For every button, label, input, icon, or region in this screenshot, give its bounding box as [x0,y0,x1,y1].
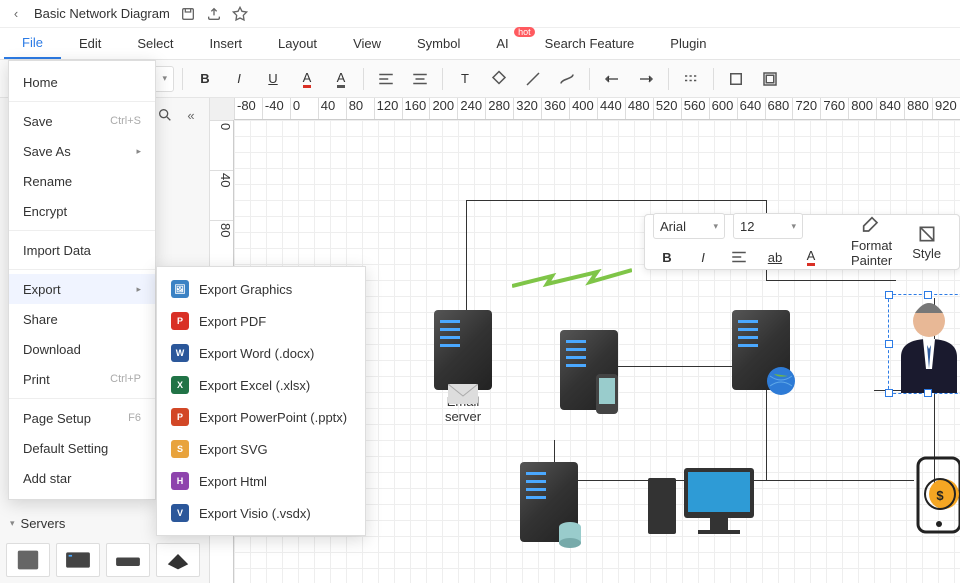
document-title: Basic Network Diagram [34,6,170,21]
menu-page-setup[interactable]: Page SetupF6 [9,403,155,433]
svg-text:$: $ [936,488,944,503]
fill-color-button[interactable] [485,65,513,93]
menu-edit[interactable]: Edit [61,29,119,58]
export-option[interactable]: PExport PDF [157,305,365,337]
node-person[interactable] [889,295,960,395]
menu-symbol[interactable]: Symbol [399,29,478,58]
page-fit-button[interactable] [722,65,750,93]
node-desktop[interactable] [648,462,758,542]
node-server-globe[interactable] [732,310,790,390]
menu-layout[interactable]: Layout [260,29,335,58]
arrow-end-button[interactable] [632,65,660,93]
align-left-button[interactable] [372,65,400,93]
connector-button[interactable] [553,65,581,93]
float-italic[interactable]: I [689,243,717,271]
node-email-server[interactable]: Email server [434,310,492,424]
menu-encrypt[interactable]: Encrypt [9,196,155,226]
export-option[interactable]: WExport Word (.docx) [157,337,365,369]
export-option[interactable]: 🖼Export Graphics [157,273,365,305]
float-font-select[interactable]: Arial▾ [653,213,725,239]
style-button[interactable]: Style [906,224,947,261]
shape-thumb[interactable] [6,543,50,577]
export-option[interactable]: VExport Visio (.vsdx) [157,497,365,529]
line-color-button[interactable] [519,65,547,93]
float-size-select[interactable]: 12▾ [733,213,803,239]
italic-button[interactable]: I [225,65,253,93]
back-icon[interactable]: ‹ [8,6,24,22]
node-phone-payment[interactable]: $ [914,456,960,536]
menu-print[interactable]: PrintCtrl+P [9,364,155,394]
line-style-button[interactable] [677,65,705,93]
page-width-button[interactable] [756,65,784,93]
menu-search-feature[interactable]: Search Feature [527,29,653,58]
menu-file[interactable]: File [4,28,61,59]
export-submenu: 🖼Export GraphicsPExport PDFWExport Word … [156,266,366,536]
file-menu-dropdown: Home SaveCtrl+S Save As▸ Rename Encrypt … [8,60,156,500]
menu-select[interactable]: Select [119,29,191,58]
lightning-connector[interactable] [512,268,632,298]
menu-view[interactable]: View [335,29,399,58]
export-option[interactable]: HExport Html [157,465,365,497]
shape-thumb[interactable] [156,543,200,577]
menu-add-star[interactable]: Add star [9,463,155,493]
align-vertical-button[interactable] [406,65,434,93]
menu-save-as[interactable]: Save As▸ [9,136,155,166]
save-icon[interactable] [180,6,196,22]
menu-rename[interactable]: Rename [9,166,155,196]
export-option[interactable]: XExport Excel (.xlsx) [157,369,365,401]
menu-share[interactable]: Share [9,304,155,334]
star-icon[interactable] [232,6,248,22]
format-painter-button[interactable]: Format Painter [845,216,898,268]
selection-toolbar: Arial▾ 12▾ B I ab A Format Painter Style… [644,214,960,270]
highlight-button[interactable]: A [327,65,355,93]
selection-box[interactable] [888,294,960,394]
ruler-horizontal: -80-400408012016020024028032036040044048… [234,98,960,120]
shape-thumb[interactable] [106,543,150,577]
float-font-color[interactable]: A [797,243,825,271]
bold-button[interactable]: B [191,65,219,93]
text-tool-button[interactable]: T [451,65,479,93]
search-icon[interactable] [157,107,173,123]
menu-default-setting[interactable]: Default Setting [9,433,155,463]
font-color-button[interactable]: A [293,65,321,93]
menu-save[interactable]: SaveCtrl+S [9,106,155,136]
float-align[interactable] [725,243,753,271]
menu-ai[interactable]: AIhot [478,29,526,58]
shape-thumbnails [0,537,209,583]
node-server-phone[interactable] [560,330,618,410]
underline-button[interactable]: U [259,65,287,93]
menu-insert[interactable]: Insert [192,29,261,58]
shape-thumb[interactable] [56,543,100,577]
fill-button[interactable]: Fill [955,224,960,261]
menu-import[interactable]: Import Data [9,235,155,265]
float-bold[interactable]: B [653,243,681,271]
float-text-style[interactable]: ab [761,243,789,271]
menubar: File Edit Select Insert Layout View Symb… [0,28,960,60]
arrow-start-button[interactable] [598,65,626,93]
share-icon[interactable] [206,6,222,22]
menu-download[interactable]: Download [9,334,155,364]
export-option[interactable]: SExport SVG [157,433,365,465]
collapse-icon[interactable]: « [183,107,199,123]
node-server-db[interactable] [520,462,578,542]
menu-home[interactable]: Home [9,67,155,97]
menu-export[interactable]: Export▸ [9,274,155,304]
export-option[interactable]: PExport PowerPoint (.pptx) [157,401,365,433]
menu-plugin[interactable]: Plugin [652,29,724,58]
